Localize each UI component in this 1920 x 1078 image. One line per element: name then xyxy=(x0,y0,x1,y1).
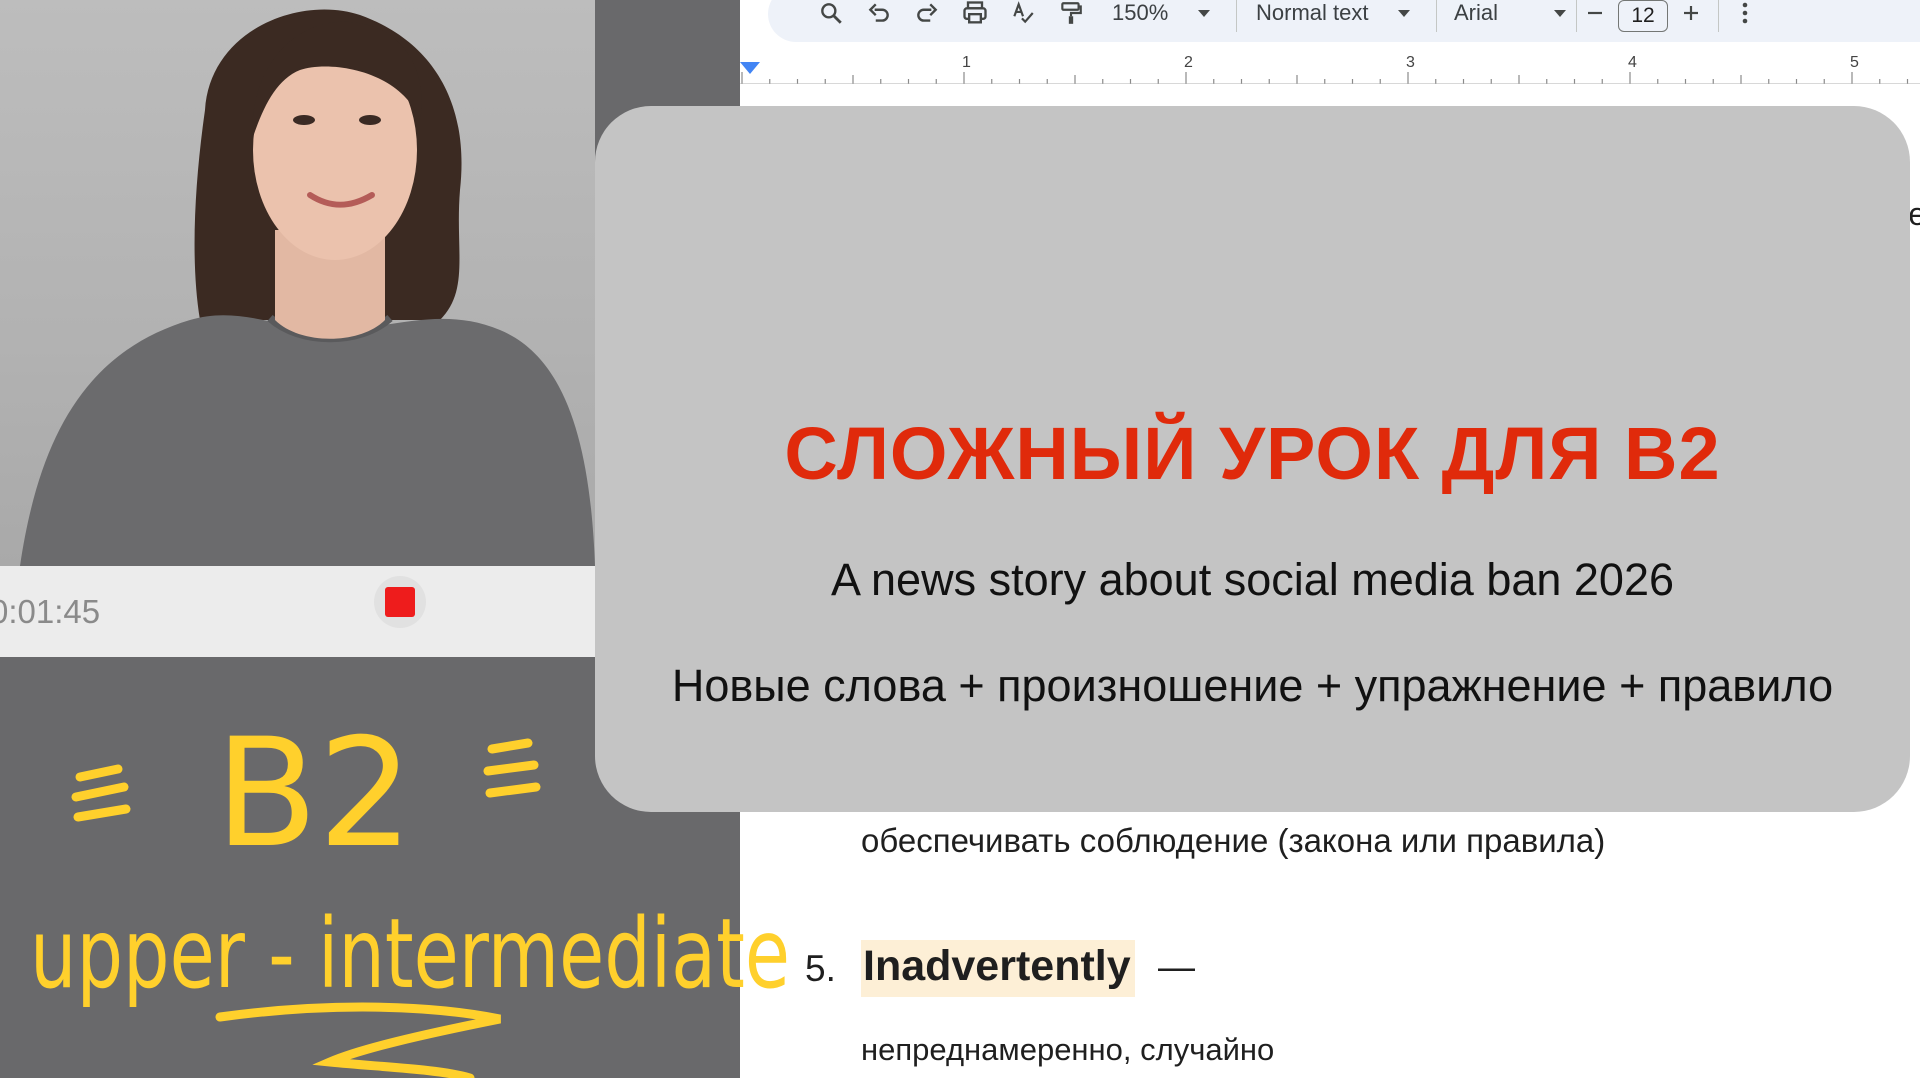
webcam-video xyxy=(0,0,595,566)
font-select[interactable]: Arial xyxy=(1454,0,1498,26)
search-icon[interactable] xyxy=(816,0,846,28)
card-title: СЛОЖНЫЙ УРОК ДЛЯ B2 xyxy=(784,412,1721,495)
vocabulary-word: Inadvertently xyxy=(861,940,1135,997)
ruler-number: 5 xyxy=(1850,54,1859,71)
toolbar-divider xyxy=(1436,0,1437,32)
ruler-number: 2 xyxy=(1184,54,1193,71)
vocabulary-dash: — xyxy=(1158,946,1195,987)
list-number: 5. xyxy=(805,948,836,989)
print-icon[interactable] xyxy=(960,0,990,28)
style-caret-icon[interactable] xyxy=(1398,10,1410,17)
toolbar-divider xyxy=(1718,0,1719,32)
toolbar-divider xyxy=(1236,0,1237,32)
card-description: Новые слова + произношение + упражнение … xyxy=(671,660,1834,711)
decrease-font-size-icon[interactable] xyxy=(1580,0,1610,28)
paint-format-icon[interactable] xyxy=(1056,0,1086,28)
level-name-text: upper - intermediate xyxy=(30,898,790,1010)
style-select[interactable]: Normal text xyxy=(1256,0,1368,26)
undo-icon[interactable] xyxy=(864,0,894,28)
card-subtitle: A news story about social media ban 2026 xyxy=(830,554,1675,605)
more-vert-icon[interactable] xyxy=(1730,0,1760,28)
item4-translation: обеспечивать соблюдение (закона или прав… xyxy=(861,822,1606,859)
title-card: СЛОЖНЫЙ УРОК ДЛЯ B2 A news story about s… xyxy=(595,106,1910,812)
ruler-number: 1 xyxy=(962,54,971,71)
level-text: B2 xyxy=(215,707,413,881)
stop-icon xyxy=(385,587,415,617)
redo-icon[interactable] xyxy=(912,0,942,28)
zoom-caret-icon[interactable] xyxy=(1198,10,1210,17)
ruler[interactable]: 1 2 3 4 5 xyxy=(740,50,1920,84)
toolbar-divider xyxy=(1576,0,1577,32)
increase-font-size-icon[interactable] xyxy=(1676,0,1706,28)
font-size-input[interactable]: 12 xyxy=(1618,0,1668,32)
recording-bar: 0:01:45 xyxy=(0,566,595,657)
ruler-number: 4 xyxy=(1628,54,1637,71)
ruler-ticks xyxy=(740,72,1920,84)
stop-recording-button[interactable] xyxy=(374,576,426,628)
ruler-number: 3 xyxy=(1406,54,1415,71)
font-caret-icon[interactable] xyxy=(1554,10,1566,17)
presenter-figure xyxy=(20,9,595,566)
spellcheck-icon[interactable] xyxy=(1008,0,1038,28)
toolbar: 150% Normal text Arial 12 xyxy=(768,0,1920,42)
zoom-select[interactable]: 150% xyxy=(1112,0,1168,26)
vocabulary-translation: непреднамеренно, случайно xyxy=(861,1032,1275,1067)
recording-timer: 0:01:45 xyxy=(0,593,101,630)
